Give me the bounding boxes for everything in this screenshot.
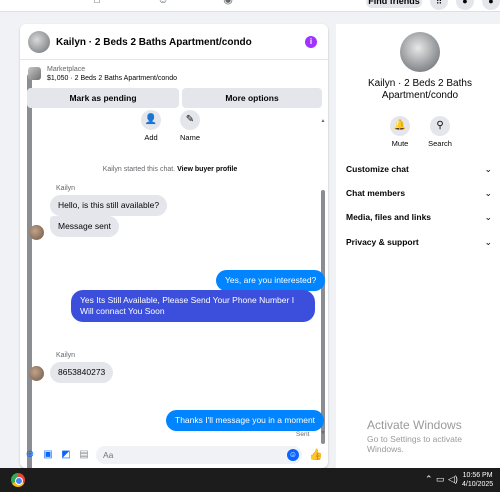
incoming-message[interactable]: Message sent — [50, 216, 119, 237]
outgoing-message[interactable]: Yes Its Still Available, Please Send You… — [71, 290, 315, 322]
chat-header: Kailyn · 2 Beds 2 Baths Apartment/condo … — [20, 24, 328, 60]
photo-icon[interactable]: ▣ — [42, 449, 54, 461]
add-person-icon[interactable]: 👤 — [141, 110, 161, 130]
message-input[interactable] — [96, 446, 302, 464]
name-label: Name — [179, 133, 200, 142]
info-icon[interactable]: i — [305, 36, 317, 48]
listing-avatar[interactable] — [28, 31, 50, 53]
account-avatar[interactable]: ● — [482, 0, 500, 10]
clock-date: 4/10/2025 — [462, 481, 494, 488]
chevron-down-icon: ⌄ — [484, 164, 492, 174]
buyer-avatar[interactable] — [29, 225, 44, 240]
tray-expand-icon[interactable]: ⌃ — [425, 474, 433, 485]
name-action[interactable]: ✎ Name — [172, 110, 208, 142]
groups-icon[interactable]: ◉ — [221, 0, 235, 6]
watermark-title: Activate Windows — [367, 418, 462, 432]
listing-title[interactable]: $1,050 · 2 Beds 2 Baths Apartment/condo — [47, 75, 177, 82]
chat-scrollbar[interactable] — [321, 190, 325, 444]
incoming-message[interactable]: Hello, is this still available? — [50, 195, 168, 216]
scroll-down-arrow[interactable]: ▼ — [319, 430, 327, 436]
sender-name: Kailyn — [56, 185, 76, 192]
chevron-down-icon: ⌄ — [484, 237, 492, 247]
top-navigation-bar: ⌂ ☺ ◉ Find friends ⠿ ● ● — [0, 0, 500, 12]
outgoing-message[interactable]: Yes, are you interested? — [216, 270, 326, 291]
message-composer: ⊕ ▣ ◩ ▤ ☺ 👍 — [20, 444, 328, 468]
more-options-button[interactable]: More options — [182, 88, 322, 108]
buyer-avatar[interactable] — [29, 366, 44, 381]
sticker-icon[interactable]: ◩ — [60, 449, 72, 461]
listing-category: Marketplace — [47, 66, 86, 73]
bell-icon[interactable]: 🔔 — [390, 116, 410, 136]
chat-title[interactable]: Kailyn · 2 Beds 2 Baths Apartment/condo — [56, 37, 252, 48]
outgoing-message[interactable]: Thanks I'll message you in a moment — [166, 410, 325, 431]
chevron-down-icon: ⌄ — [484, 188, 492, 198]
emoji-icon[interactable]: ☺ — [287, 449, 299, 461]
sender-name: Kailyn — [56, 352, 76, 359]
chat-window: Kailyn · 2 Beds 2 Baths Apartment/condo … — [20, 24, 328, 468]
home-icon[interactable]: ⌂ — [90, 0, 104, 6]
menu-grid-icon[interactable]: ⠿ — [430, 0, 448, 10]
clock-time: 10:56 PM — [462, 472, 493, 479]
view-buyer-profile-link[interactable]: View buyer profile — [177, 166, 237, 173]
find-friends-button[interactable]: Find friends — [366, 0, 422, 8]
menu-chat-members[interactable]: Chat members ⌄ — [346, 184, 496, 202]
mute-label: Mute — [391, 139, 409, 148]
menu-customize-chat[interactable]: Customize chat ⌄ — [346, 160, 496, 178]
notifications-bell-icon[interactable]: ● — [456, 0, 474, 10]
search-icon[interactable]: ⚲ — [430, 116, 450, 136]
menu-item-label: Chat members — [346, 188, 406, 198]
listing-photo[interactable] — [400, 32, 440, 72]
listing-thumbnail[interactable] — [28, 67, 41, 80]
menu-item-label: Media, files and links — [346, 212, 432, 222]
conversation-info-panel: Kailyn · 2 Beds 2 Baths Apartment/condo … — [336, 24, 500, 468]
scroll-up-arrow[interactable]: ▲ — [319, 118, 327, 124]
incoming-message[interactable]: 8653840273 — [50, 362, 114, 383]
chrome-icon[interactable] — [11, 473, 25, 487]
sent-status: Sent — [296, 431, 310, 438]
pencil-icon[interactable]: ✎ — [180, 110, 200, 130]
volume-icon[interactable]: ◁) — [448, 474, 458, 485]
watermark-subtitle: Go to Settings to activate Windows. — [367, 434, 462, 454]
mute-action[interactable]: 🔔 Mute — [382, 116, 418, 148]
plus-icon[interactable]: ⊕ — [24, 449, 36, 461]
network-icon[interactable]: ▭ — [436, 474, 445, 485]
menu-item-label: Privacy & support — [346, 237, 419, 247]
windows-taskbar: ⌃ ▭ ◁) 10:56 PM 4/10/2025 — [0, 468, 500, 492]
friends-icon[interactable]: ☺ — [156, 0, 170, 6]
chat-started-notice: Kailyn started this chat. View buyer pro… — [20, 166, 320, 173]
menu-privacy-support[interactable]: Privacy & support ⌄ — [346, 233, 496, 251]
activate-windows-watermark: Activate Windows Go to Settings to activ… — [367, 418, 500, 454]
chevron-down-icon: ⌄ — [484, 212, 492, 222]
taskbar-clock[interactable]: 10:56 PM 4/10/2025 — [462, 471, 493, 489]
left-scroll-indicator — [27, 74, 32, 468]
search-label: Search — [428, 139, 452, 148]
search-action[interactable]: ⚲ Search — [422, 116, 458, 148]
chat-started-text: Kailyn started this chat. — [102, 166, 176, 173]
conversation-title: Kailyn · 2 Beds 2 Baths Apartment/condo — [368, 78, 472, 101]
add-action[interactable]: 👤 Add — [133, 110, 169, 142]
listing-card: Marketplace $1,050 · 2 Beds 2 Baths Apar… — [27, 62, 323, 110]
add-label: Add — [144, 133, 158, 142]
menu-item-label: Customize chat — [346, 164, 409, 174]
gif-icon[interactable]: ▤ — [78, 449, 90, 461]
thumbs-up-icon[interactable]: 👍 — [309, 448, 323, 462]
mark-as-pending-button[interactable]: Mark as pending — [27, 88, 179, 108]
menu-media-files-links[interactable]: Media, files and links ⌄ — [346, 208, 496, 226]
